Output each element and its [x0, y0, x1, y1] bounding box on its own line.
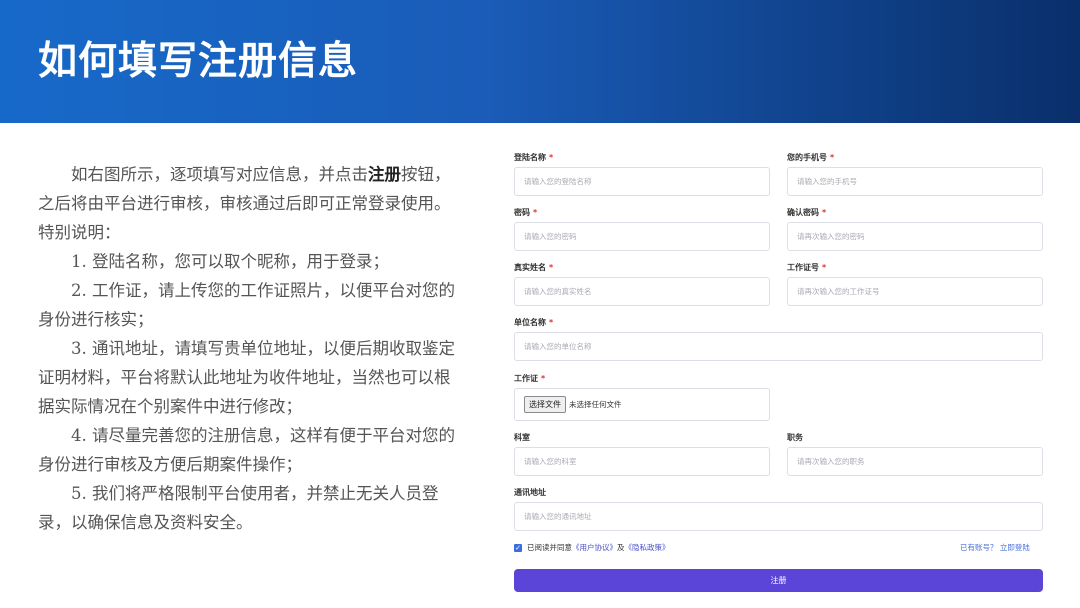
- confirm-password-input[interactable]: 请再次输入您的密码: [787, 222, 1043, 251]
- real-name-label: 真实姓名 *: [514, 263, 554, 272]
- register-button[interactable]: 注册: [514, 569, 1043, 592]
- agreement-row: ✓ 已阅读并同意 《用户协议》 及 《隐私政策》: [514, 542, 670, 553]
- agreement-and: 及: [617, 543, 625, 552]
- privacy-policy-link[interactable]: 《隐私政策》: [625, 542, 670, 553]
- phone-label: 您的手机号 *: [787, 153, 835, 162]
- address-label: 通讯地址: [514, 488, 546, 497]
- work-cert-label: 工作证 *: [514, 374, 546, 383]
- real-name-input[interactable]: 请输入您的真实姓名: [514, 277, 770, 306]
- org-name-label: 单位名称 *: [514, 318, 554, 327]
- password-input[interactable]: 请输入您的密码: [514, 222, 770, 251]
- confirm-password-label: 确认密码 *: [787, 208, 827, 217]
- user-agreement-link[interactable]: 《用户协议》: [572, 542, 617, 553]
- work-id-input[interactable]: 请再次输入您的工作证号: [787, 277, 1043, 306]
- login-link[interactable]: 已有账号？ 立即登陆: [960, 542, 1030, 553]
- intro-prefix: 如右图所示，逐项填写对应信息，并点击: [71, 165, 368, 184]
- department-label: 科室: [514, 433, 530, 442]
- org-name-input[interactable]: 请输入您的单位名称: [514, 332, 1043, 361]
- login-name-label: 登陆名称 *: [514, 153, 554, 162]
- instruction-item: 2. 工作证，请上传您的工作证照片，以便平台对您的身份进行核实；: [38, 281, 455, 329]
- work-id-label: 工作证号 *: [787, 263, 827, 272]
- phone-input[interactable]: 请输入您的手机号: [787, 167, 1043, 196]
- login-name-input[interactable]: 请输入您的登陆名称: [514, 167, 770, 196]
- password-label: 密码 *: [514, 208, 538, 217]
- instruction-item: 5. 我们将严格限制平台使用者，并禁止无关人员登录，以确保信息及资料安全。: [38, 484, 439, 532]
- department-input[interactable]: 请输入您的科室: [514, 447, 770, 476]
- choose-file-button[interactable]: 选择文件: [524, 396, 566, 413]
- intro-highlight: 注册: [368, 165, 401, 184]
- page-title: 如何填写注册信息: [38, 39, 359, 84]
- agreement-text: 已阅读并同意: [527, 543, 572, 552]
- instructions-intro: 如右图所示，逐项填写对应信息，并点击注册按钮，之后将由平台进行审核，审核通过后即…: [38, 160, 460, 247]
- position-input[interactable]: 请再次输入您的职务: [787, 447, 1043, 476]
- address-input[interactable]: 请输入您的通讯地址: [514, 502, 1043, 531]
- agreement-checkbox[interactable]: ✓: [514, 543, 522, 552]
- position-label: 职务: [787, 433, 803, 442]
- instructions-text: 如右图所示，逐项填写对应信息，并点击注册按钮，之后将由平台进行审核，审核通过后即…: [38, 160, 460, 537]
- file-status-text: 未选择任何文件: [569, 400, 622, 409]
- header-banner: 如何填写注册信息: [0, 0, 1080, 123]
- work-cert-file-field: 选择文件 未选择任何文件: [514, 388, 770, 421]
- instruction-item: 1. 登陆名称，您可以取个昵称，用于登录；: [71, 252, 389, 271]
- instruction-item: 4. 请尽量完善您的注册信息，这样有便于平台对您的身份进行审核及方便后期案件操作…: [38, 426, 455, 474]
- instruction-item: 3. 通讯地址，请填写贵单位地址，以便后期收取鉴定证明材料，平台将默认此地址为收…: [38, 339, 455, 416]
